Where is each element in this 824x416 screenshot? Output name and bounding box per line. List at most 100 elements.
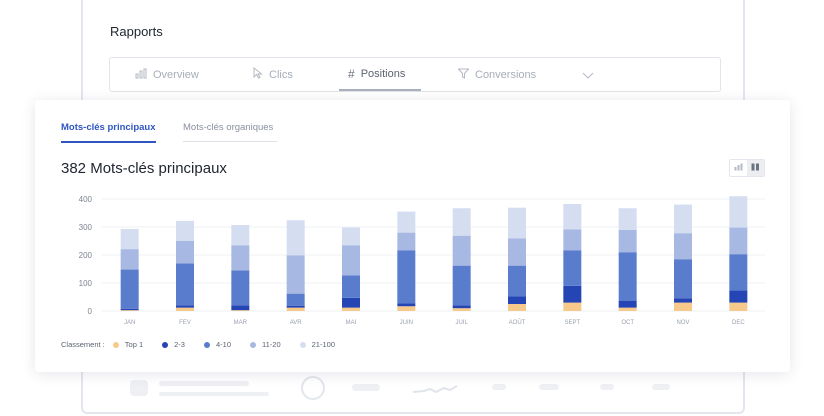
- bar-segment: [397, 232, 416, 251]
- legend-label: 4-10: [215, 340, 231, 349]
- chart-legend: Classement : Top 1 2-3 4-10 11-20 21-100: [61, 340, 354, 349]
- skeleton-line: [159, 381, 249, 386]
- bar-chart-icon: [734, 163, 743, 173]
- bar-segment: [452, 208, 471, 236]
- tab-main-keywords[interactable]: Mots-clés principaux: [61, 122, 156, 143]
- legend-label: 2-3: [174, 340, 185, 349]
- x-tick-label: AVR: [290, 320, 303, 326]
- legend-label: Top 1: [124, 340, 144, 349]
- tab-organic-keywords[interactable]: Mots-clés organiques: [183, 122, 277, 142]
- tab-clics[interactable]: Clics: [253, 58, 293, 91]
- bar-segment: [397, 303, 416, 307]
- legend-swatch: [203, 341, 210, 348]
- x-tick-label: FEV: [179, 320, 191, 326]
- bar-segment: [618, 300, 637, 308]
- skeleton-circle: [301, 376, 325, 400]
- bar-segment: [563, 204, 582, 230]
- bar-segment: [508, 304, 526, 311]
- skeleton-pill: [352, 384, 380, 391]
- bar-segment: [231, 305, 250, 311]
- bar-segment: [508, 265, 526, 297]
- bar-segment: [452, 265, 471, 306]
- tab-label: Clics: [269, 68, 293, 81]
- bar-segment: [674, 302, 692, 311]
- bar-segment: [729, 227, 748, 255]
- bar-segment: [176, 307, 194, 311]
- stacked-bar-chart: 0 100 200 300 400 JAN FEV MAR AVR MAI JUIN JUIL AOÛT…: [79, 195, 765, 326]
- skeleton-sparkline: [412, 385, 458, 394]
- y-tick-label: 100: [79, 279, 93, 288]
- x-tick-label: MAR: [234, 320, 248, 326]
- bar-segment: [231, 225, 250, 246]
- legend-label: 21-100: [311, 340, 335, 349]
- bar-segment: [342, 245, 360, 276]
- bar-segment: [176, 241, 194, 264]
- tab-conversions[interactable]: Conversions: [457, 58, 536, 91]
- legend-item: 4-10: [203, 340, 231, 349]
- bar-segment: [674, 298, 692, 303]
- stacked-bars-icon: [751, 163, 760, 173]
- bar-view-button[interactable]: [730, 160, 747, 176]
- report-tabs: Overview Clics # Positions Conversions: [109, 57, 721, 92]
- keywords-count-heading: 382 Mots-clés principaux: [61, 160, 227, 177]
- legend-swatch: [162, 341, 169, 348]
- screen: Rapports Overview Clics # Positions Conv…: [0, 0, 824, 416]
- bar-segment: [618, 208, 637, 230]
- tab-label: Overview: [153, 68, 199, 81]
- bar-segment: [397, 306, 416, 311]
- bar-segment: [231, 310, 250, 311]
- x-tick-label: DEC: [732, 320, 745, 326]
- bar-segment: [120, 269, 139, 309]
- x-tick-label: JAN: [124, 320, 135, 326]
- bar-segment: [397, 211, 416, 233]
- x-tick-label: AOÛT: [509, 319, 526, 326]
- bar-segment: [120, 228, 139, 250]
- stacked-view-button[interactable]: [747, 160, 764, 176]
- bar-segment: [729, 196, 748, 228]
- bar-segment: [342, 297, 360, 308]
- legend-item: 2-3: [162, 340, 185, 349]
- hash-icon: #: [348, 66, 355, 81]
- bar-segment: [674, 204, 692, 234]
- bar-segment: [286, 293, 305, 306]
- legend-item: Top 1: [112, 340, 144, 349]
- chart-view-toggle: [729, 159, 765, 177]
- skeleton-pill: [492, 384, 506, 390]
- bar-segment: [120, 249, 139, 270]
- bar-segment: [729, 254, 748, 291]
- y-tick-label: 300: [79, 223, 93, 232]
- bar-segment: [729, 290, 748, 303]
- tab-overview[interactable]: Overview: [135, 58, 199, 91]
- legend-title: Classement :: [61, 340, 105, 349]
- bar-segment: [563, 302, 582, 311]
- legend-swatch: [112, 341, 119, 348]
- tab-positions[interactable]: # Positions: [339, 58, 421, 91]
- chevron-down-icon: [582, 68, 594, 82]
- bar-segment: [508, 238, 526, 266]
- bar-chart-icon: [135, 68, 147, 82]
- bar-segment: [397, 250, 416, 304]
- legend-item: 21-100: [299, 340, 335, 349]
- bar-segment: [286, 220, 305, 256]
- bar-segment: [729, 302, 748, 311]
- skeleton-pill: [539, 384, 559, 390]
- keywords-card: Mots-clés principaux Mots-clés organique…: [35, 100, 790, 372]
- bar-segment: [231, 245, 250, 271]
- x-tick-label: OCT: [621, 320, 634, 326]
- funnel-icon: [457, 68, 470, 82]
- bar-segment: [176, 220, 194, 241]
- bar-segment: [563, 250, 582, 286]
- bar-segment: [618, 229, 637, 253]
- bar-segment: [508, 207, 526, 239]
- legend-swatch: [250, 341, 256, 348]
- legend-item: 11-20: [250, 340, 281, 349]
- skeleton-pill: [652, 384, 670, 390]
- bar-segment: [342, 227, 360, 246]
- bar-segment: [342, 307, 360, 311]
- more-tabs-button[interactable]: [582, 58, 594, 91]
- bar-segment: [120, 308, 139, 311]
- bar-segment: [452, 305, 471, 309]
- bar-segment: [508, 296, 526, 304]
- bar-segment: [120, 310, 139, 311]
- report-footer-skeleton: [109, 370, 721, 410]
